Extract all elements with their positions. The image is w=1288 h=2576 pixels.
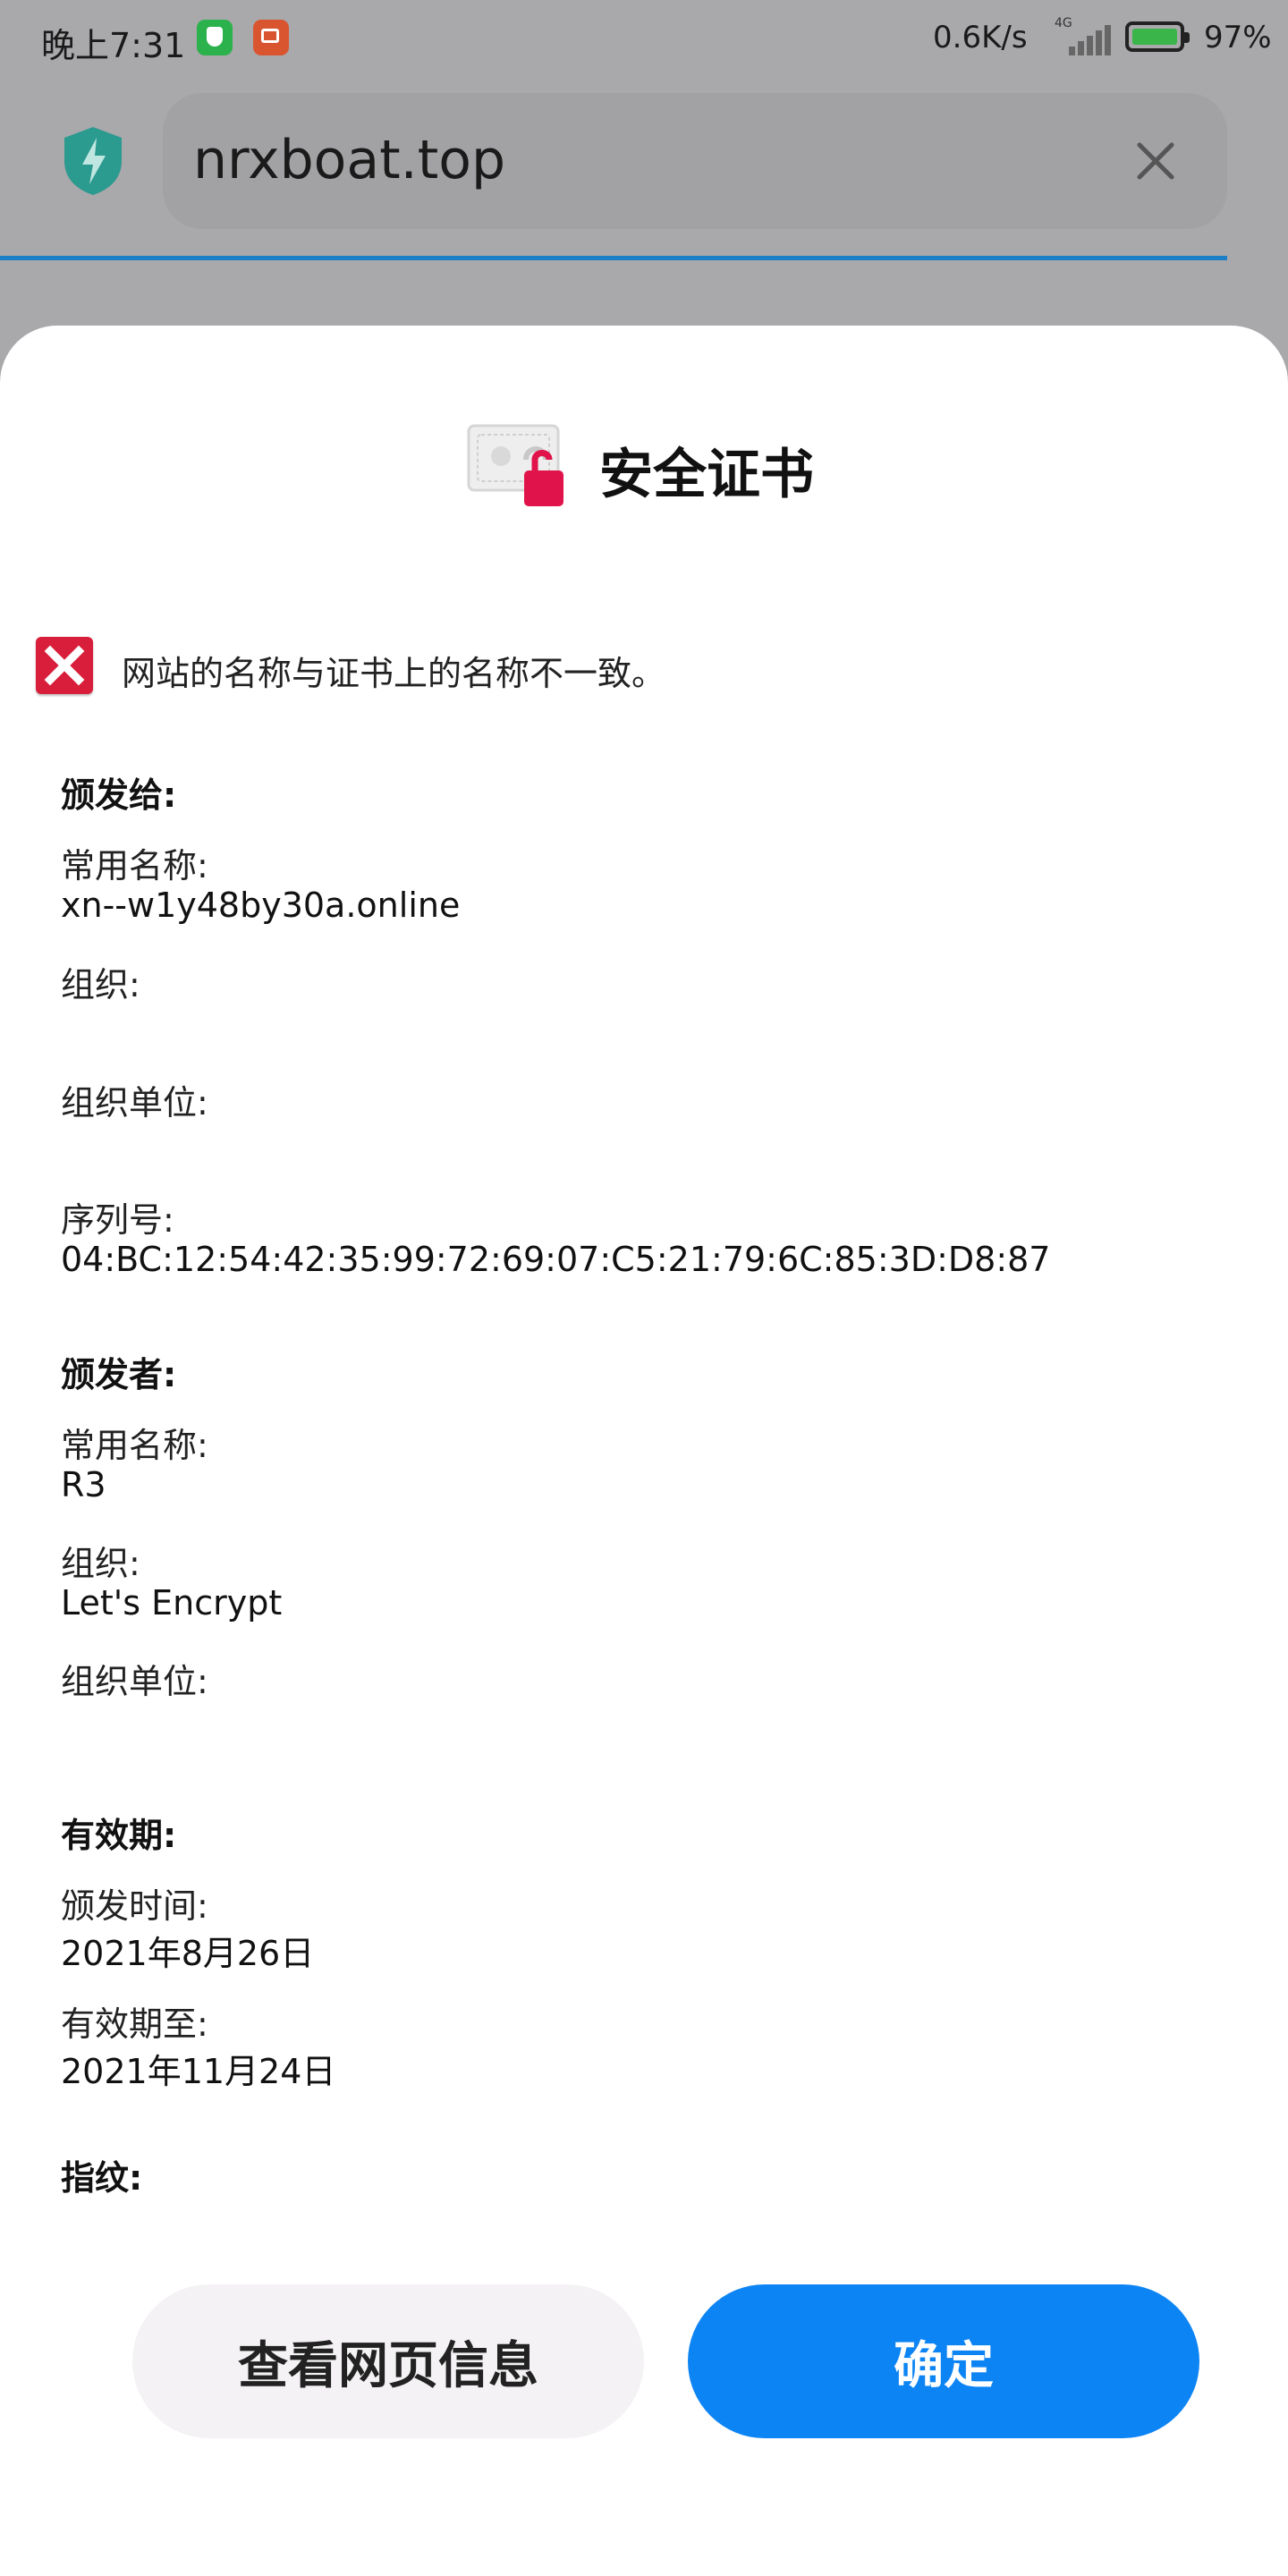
issued-by-common-name-label: 常用名称: [61, 1426, 208, 1465]
issued-by-org-value: Let's Encrypt [61, 1583, 283, 1623]
name-mismatch-warning: 网站的名称与证书上的名称不一致。 [122, 654, 666, 693]
close-icon[interactable] [1129, 134, 1182, 188]
security-app-icon [197, 20, 233, 55]
expires-on-value: 2021年11月24日 [61, 2052, 336, 2091]
issued-by-org-label: 组织: [61, 1544, 140, 1583]
serial-number-label: 序列号: [61, 1200, 174, 1240]
shield-icon[interactable] [63, 125, 123, 197]
network-type: 4G [1055, 16, 1072, 30]
signal-icon: 4G [1051, 16, 1111, 55]
status-bar: 晚上7:31 0.6K/s 4G 97% [0, 0, 1288, 80]
validity-heading: 有效期: [61, 1816, 177, 1855]
issued-to-org-label: 组织: [61, 965, 140, 1004]
issued-on-label: 颁发时间: [61, 1886, 208, 1926]
battery-icon [1125, 21, 1190, 52]
certificate-lock-icon [467, 424, 564, 506]
ok-button[interactable]: 确定 [688, 2284, 1199, 2438]
network-speed: 0.6K/s [933, 20, 1028, 55]
view-page-info-button[interactable]: 查看网页信息 [132, 2284, 644, 2438]
fingerprint-heading: 指纹: [61, 2158, 143, 2198]
issued-by-org-unit-label: 组织单位: [61, 1662, 208, 1701]
issued-to-org-unit-label: 组织单位: [61, 1083, 208, 1123]
status-time: 晚上7:31 [41, 26, 186, 65]
issued-on-value: 2021年8月26日 [61, 1934, 315, 1973]
url-text[interactable]: nrxboat.top [193, 129, 505, 191]
screen-app-icon [253, 20, 289, 55]
battery-level: 97% [1204, 20, 1272, 55]
dialog-title: 安全证书 [599, 444, 814, 506]
issued-to-common-name-label: 常用名称: [61, 846, 208, 886]
serial-number-value: 04:BC:12:54:42:35:99:72:69:07:C5:21:79:6… [61, 1240, 1051, 1279]
issued-to-heading: 颁发给: [61, 775, 177, 815]
issued-to-common-name-value: xn--w1y48by30a.online [61, 886, 461, 925]
error-x-icon [36, 637, 93, 694]
expires-on-label: 有效期至: [61, 2004, 208, 2044]
issued-by-heading: 颁发者: [61, 1355, 177, 1394]
issued-by-common-name-value: R3 [61, 1465, 106, 1504]
page-load-progress [0, 256, 1227, 260]
